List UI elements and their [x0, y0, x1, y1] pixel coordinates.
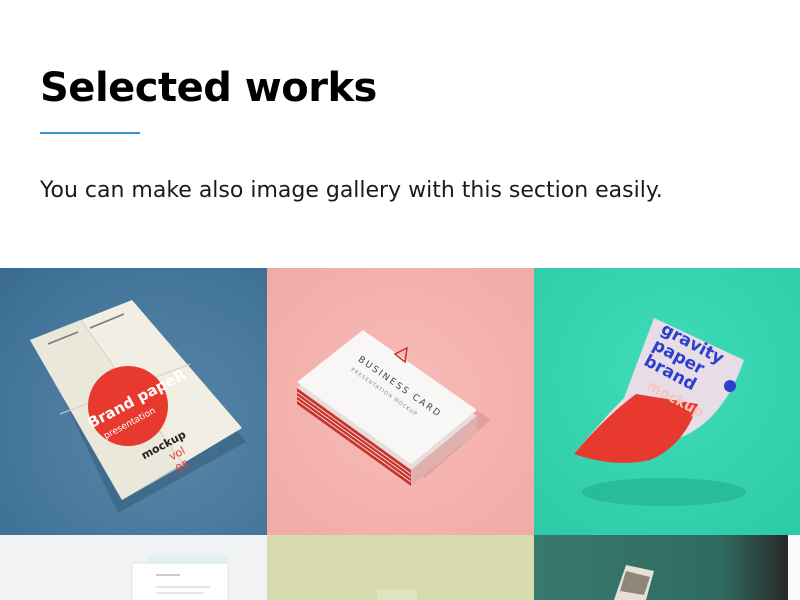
- gallery-item-gravity-paper[interactable]: gravity paper brand mockup: [534, 268, 800, 535]
- letterhead-image: [131, 555, 229, 600]
- section-header: Selected works You can make also image g…: [40, 62, 760, 206]
- brand-paper-image: Brand papeR presentation mockup vol 05: [30, 300, 246, 513]
- photo-print-image: [614, 535, 800, 600]
- gravity-paper-image: gravity paper brand mockup: [574, 318, 746, 506]
- title-underline: [40, 132, 140, 134]
- gallery-item-brand-paper[interactable]: Brand papeR presentation mockup vol 05: [0, 268, 267, 535]
- green-mockup-image: [377, 589, 417, 600]
- section-description: You can make also image gallery with thi…: [40, 178, 663, 203]
- gallery-item-letterhead[interactable]: [0, 535, 267, 600]
- image-gallery: Brand papeR presentation mockup vol 05 B…: [0, 268, 800, 600]
- gallery-item-green[interactable]: [267, 535, 534, 600]
- gallery-item-business-card[interactable]: BUSINESS CARD PRESENTATION MOCKUP: [267, 268, 534, 535]
- gallery-item-photo-print[interactable]: [534, 535, 800, 600]
- section-title: Selected works: [40, 65, 377, 111]
- business-card-image: BUSINESS CARD PRESENTATION MOCKUP: [296, 330, 491, 486]
